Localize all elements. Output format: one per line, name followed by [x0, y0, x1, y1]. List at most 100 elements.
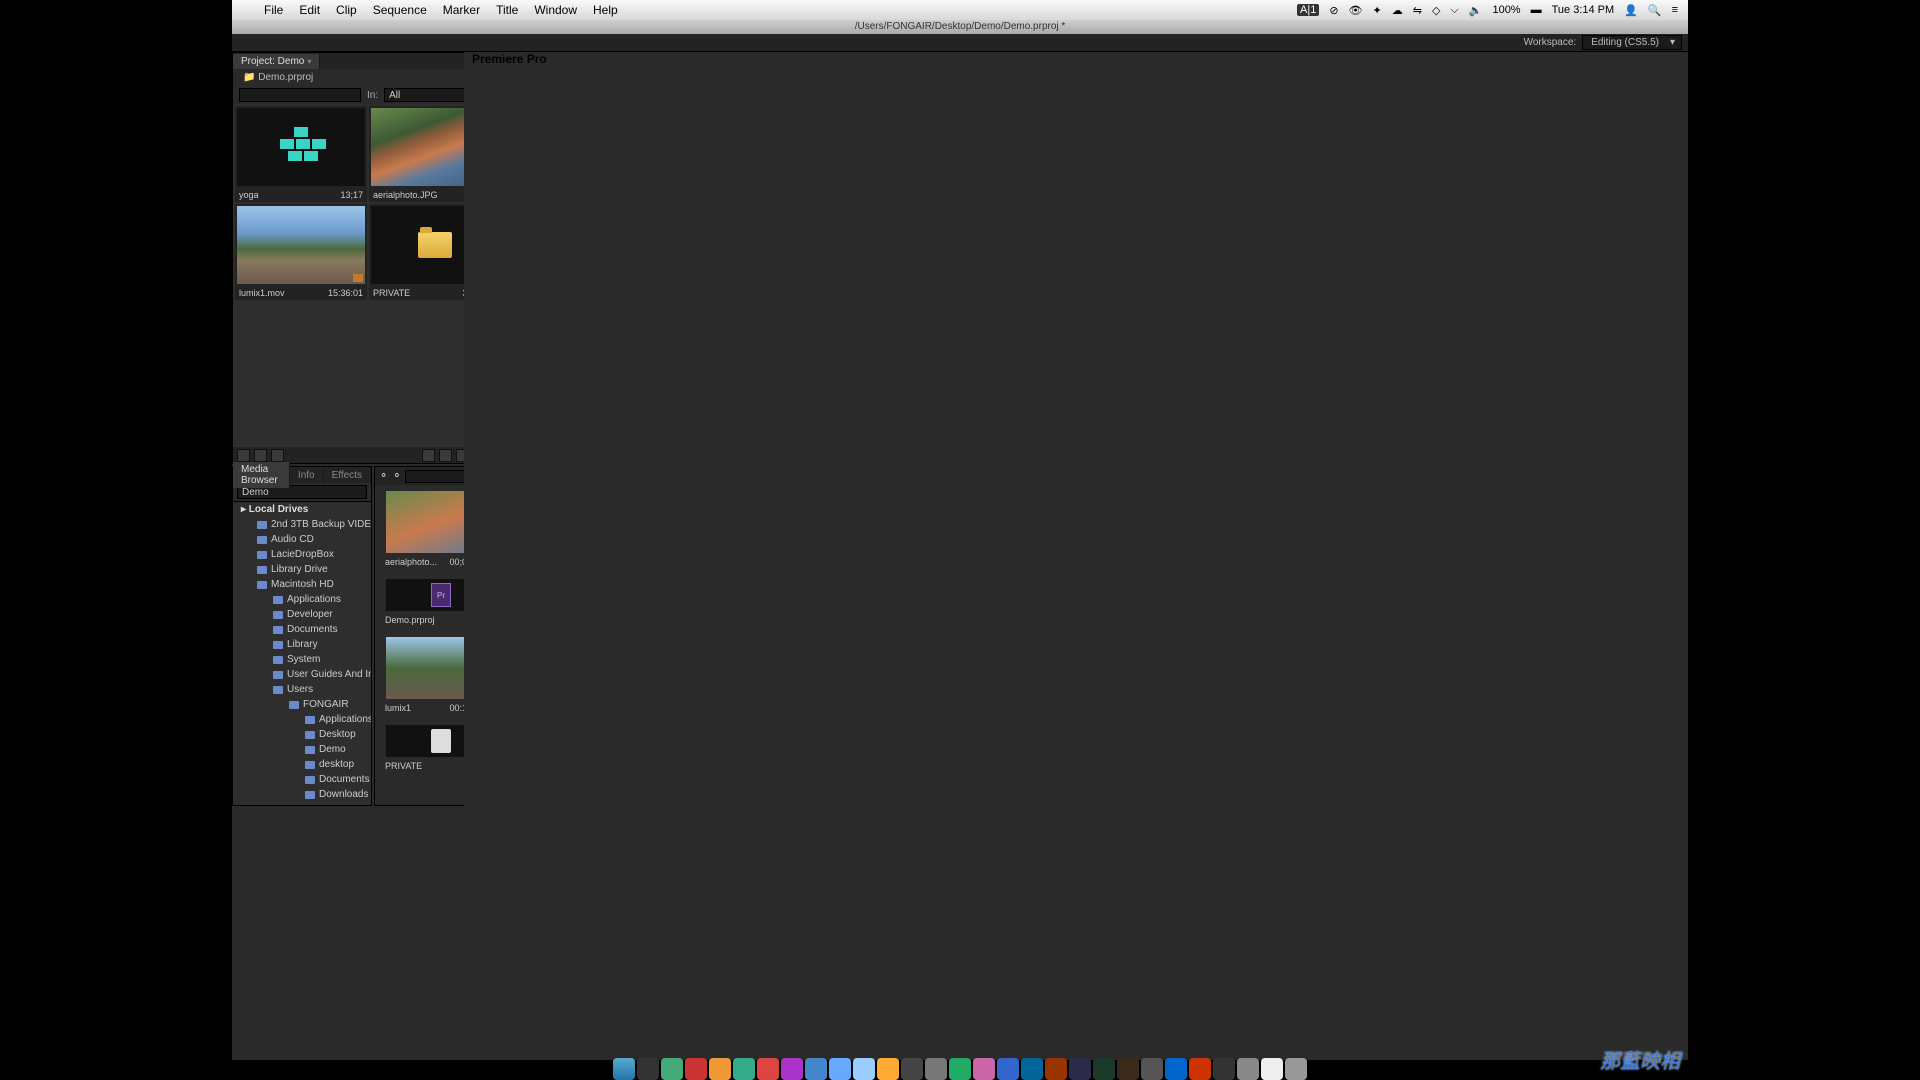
wifi-icon[interactable]: ⌵ [1450, 4, 1458, 17]
tree-item[interactable]: Library [233, 637, 371, 652]
tree-item[interactable]: Developer [233, 607, 371, 622]
dock-app-icon[interactable] [1021, 1058, 1043, 1080]
status-icon[interactable]: ◇ [1432, 4, 1440, 17]
tree-item[interactable]: Documents [233, 772, 371, 787]
dock-app-icon[interactable] [757, 1058, 779, 1080]
tree-item[interactable]: 2nd 3TB Backup VIDEO [233, 517, 371, 532]
tree-item[interactable]: FONGAIR [233, 697, 371, 712]
tree-item[interactable]: Documents [233, 622, 371, 637]
menu-window[interactable]: Window [526, 3, 585, 17]
tree-item[interactable]: Users [233, 682, 371, 697]
dock-app-icon[interactable] [637, 1058, 659, 1080]
tree-item[interactable]: Applications [233, 592, 371, 607]
project-tab[interactable]: Project: Demo▾ [233, 54, 320, 69]
ingest-icon[interactable]: ⚬ [392, 469, 401, 483]
sequence-icon [276, 127, 326, 167]
clock[interactable]: Tue 3:14 PM [1552, 4, 1615, 16]
menu-title[interactable]: Title [488, 3, 526, 17]
project-breadcrumb[interactable]: 📁 Demo.prproj [243, 72, 313, 83]
spotlight-icon[interactable]: 👤 [1624, 4, 1638, 17]
dock-app-icon[interactable] [709, 1058, 731, 1080]
menu-file[interactable]: File [256, 3, 291, 17]
dock-premiere-icon[interactable] [1069, 1058, 1091, 1080]
menu-edit[interactable]: Edit [291, 3, 328, 17]
menu-marker[interactable]: Marker [435, 3, 488, 17]
find-icon[interactable] [439, 449, 452, 462]
volume-icon[interactable]: 🔈 [1469, 4, 1483, 17]
automate-icon[interactable] [422, 449, 435, 462]
status-icon[interactable]: ☁ [1392, 4, 1403, 17]
dock-app-icon[interactable] [1213, 1058, 1235, 1080]
tree-item[interactable]: Applications [233, 712, 371, 727]
filter-icon[interactable]: ⚬ [379, 469, 388, 483]
dock-app-icon[interactable] [877, 1058, 899, 1080]
dock-app-icon[interactable] [661, 1058, 683, 1080]
status-icon[interactable]: ✦ [1373, 4, 1382, 17]
dock-app-icon[interactable] [733, 1058, 755, 1080]
info-tab[interactable]: Info [290, 468, 324, 483]
folder-icon [418, 232, 452, 258]
dock-app-icon[interactable] [781, 1058, 803, 1080]
menu-sequence[interactable]: Sequence [365, 3, 435, 17]
workspace-bar: Workspace: Editing (CS5.5) [232, 34, 1688, 52]
effects-tab[interactable]: Effects [324, 468, 371, 483]
dock-app-icon[interactable] [1237, 1058, 1259, 1080]
dock-app-icon[interactable] [1165, 1058, 1187, 1080]
document-title: /Users/FONGAIR/Desktop/Demo/Demo.prproj … [232, 20, 1688, 34]
tree-item[interactable]: Downloads [233, 787, 371, 802]
menu-help[interactable]: Help [585, 3, 626, 17]
tree-item[interactable]: desktop [233, 757, 371, 772]
dock-app-icon[interactable] [1189, 1058, 1211, 1080]
freeform-view-icon[interactable] [271, 449, 284, 462]
battery-percent: 100% [1492, 4, 1520, 16]
status-icon[interactable]: ⇋ [1413, 4, 1422, 17]
bin-item[interactable]: yoga13;17 [235, 106, 367, 202]
tree-item[interactable]: Audio CD [233, 532, 371, 547]
dock-app-icon[interactable] [973, 1058, 995, 1080]
in-label: In: [367, 90, 378, 101]
workspace-label: Workspace: [1524, 37, 1577, 48]
list-view-icon[interactable] [237, 449, 250, 462]
watermark: 那藍映相 [1600, 1045, 1680, 1074]
media-browser-tree[interactable]: ▸ Local Drives2nd 3TB Backup VIDEOAudio … [233, 502, 371, 802]
tree-item[interactable]: ▸ Local Drives [233, 502, 371, 517]
media-browser-panel: Media Browser Info Effects Demo ▸ Local … [232, 466, 372, 806]
media-browser-tab[interactable]: Media Browser [233, 462, 290, 488]
dock-app-icon[interactable] [1093, 1058, 1115, 1080]
dock-app-icon[interactable] [805, 1058, 827, 1080]
dock-app-icon[interactable] [829, 1058, 851, 1080]
bin-item[interactable]: lumix1.mov15:36:01 [235, 204, 367, 300]
dock-app-icon[interactable] [1261, 1058, 1283, 1080]
project-search-input[interactable] [239, 88, 361, 102]
dock-app-icon[interactable] [997, 1058, 1019, 1080]
creative-cloud-icon[interactable]: A|1 [1297, 4, 1319, 16]
status-icon[interactable]: ⊘ [1329, 4, 1338, 17]
tree-item[interactable]: System [233, 652, 371, 667]
mac-menubar: Premiere Pro File Edit Clip Sequence Mar… [232, 0, 1688, 20]
tree-item[interactable]: Desktop [233, 727, 371, 742]
dock-finder-icon[interactable] [613, 1058, 635, 1080]
dock-app-icon[interactable] [925, 1058, 947, 1080]
status-icon[interactable]: 👁 [1349, 4, 1363, 17]
tree-item[interactable]: User Guides And In [233, 667, 371, 682]
tree-item[interactable]: LacieDropBox [233, 547, 371, 562]
dock-trash-icon[interactable] [1285, 1058, 1307, 1080]
dock-app-icon[interactable] [853, 1058, 875, 1080]
tree-item[interactable]: Macintosh HD [233, 577, 371, 592]
dock-app-icon[interactable] [901, 1058, 923, 1080]
notification-center-icon[interactable]: ≡ [1672, 4, 1678, 16]
workspace-select[interactable]: Editing (CS5.5) [1582, 35, 1682, 50]
thumbnail [237, 206, 365, 284]
dock-app-icon[interactable] [1117, 1058, 1139, 1080]
menu-clip[interactable]: Clip [328, 3, 365, 17]
dock-app-icon[interactable] [685, 1058, 707, 1080]
battery-icon[interactable]: ▬ [1531, 4, 1542, 16]
dock-app-icon[interactable] [949, 1058, 971, 1080]
tree-item[interactable]: Library Drive [233, 562, 371, 577]
dock-app-icon[interactable] [1141, 1058, 1163, 1080]
mac-dock [232, 1054, 1688, 1080]
icon-view-icon[interactable] [254, 449, 267, 462]
tree-item[interactable]: Demo [233, 742, 371, 757]
spotlight-icon[interactable]: 🔍 [1648, 4, 1662, 17]
dock-app-icon[interactable] [1045, 1058, 1067, 1080]
